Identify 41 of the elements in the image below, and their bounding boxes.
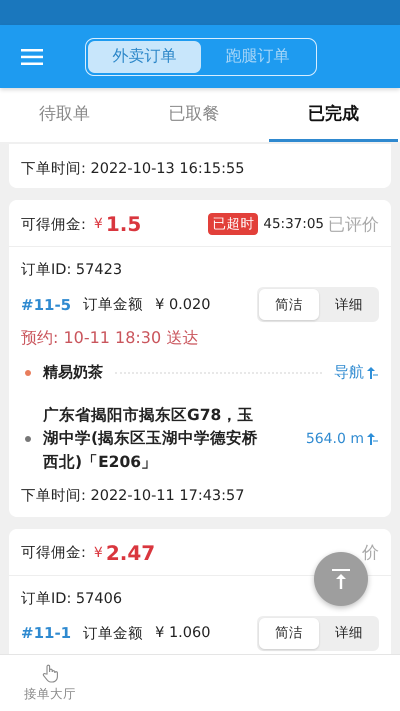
review-status: 价 <box>362 542 379 564</box>
commission-amount: 2.47 <box>106 540 156 565</box>
order-amount: ¥ 0.020 <box>155 296 210 312</box>
scroll-top-icon <box>331 568 351 590</box>
order-number: #11-1 <box>21 624 72 642</box>
status-tab[interactable]: 待取单 <box>0 88 130 142</box>
menu-icon[interactable] <box>21 48 43 64</box>
commission-label: 可得佣金: <box>21 216 86 234</box>
currency-symbol: ¥ <box>94 216 103 232</box>
order-amount-label: 订单金额 <box>83 296 144 314</box>
order-type-tab[interactable]: 跑腿订单 <box>201 40 314 72</box>
dropoff-dot <box>25 436 31 442</box>
view-option[interactable]: 详细 <box>319 289 379 320</box>
navigate-link[interactable]: 导航 <box>334 363 364 382</box>
reservation-time: 预约: 10-11 18:30 送达 <box>21 328 200 349</box>
navigate-arrow-icon[interactable] <box>365 432 379 446</box>
nav-label[interactable]: 接单大厅 <box>24 686 76 703</box>
distance: 564.0 m <box>306 430 364 447</box>
order-type-tab[interactable]: 外卖订单 <box>88 40 201 72</box>
order-amount: ¥ 1.060 <box>155 625 210 642</box>
order-number: #11-5 <box>21 296 72 314</box>
currency-symbol: ¥ <box>94 544 103 561</box>
review-status: 已评价 <box>328 214 379 236</box>
order-amount-label: 订单金额 <box>83 624 144 643</box>
view-option[interactable]: 简洁 <box>259 289 319 320</box>
view-option[interactable]: 详细 <box>319 618 379 649</box>
pickup-dot <box>25 370 31 376</box>
shop-name: 精易奶茶 <box>43 363 103 382</box>
order-id: 订单ID: 57423 <box>21 261 124 279</box>
hand-pointer-icon[interactable] <box>40 663 60 683</box>
order-id: 订单ID: 57406 <box>21 590 124 608</box>
commission-amount: 1.5 <box>106 212 142 236</box>
status-tab[interactable]: 已取餐 <box>129 88 259 142</box>
order-time: 下单时间: 2022-10-13 16:15:55 <box>21 161 244 177</box>
commission-label: 可得佣金: <box>21 544 86 562</box>
order-time: 下单时间: 2022-10-11 17:43:57 <box>21 486 246 505</box>
view-option[interactable]: 简洁 <box>259 618 319 649</box>
overdue-badge: 已超时 <box>208 213 258 235</box>
elapsed-timer: 45:37:05 <box>263 216 324 232</box>
delivery-address: 广东省揭阳市揭东区G78，玉湖中学(揭东区玉湖中学德安桥西北)「E206」 <box>43 405 260 472</box>
navigate-arrow-icon[interactable] <box>365 366 379 380</box>
